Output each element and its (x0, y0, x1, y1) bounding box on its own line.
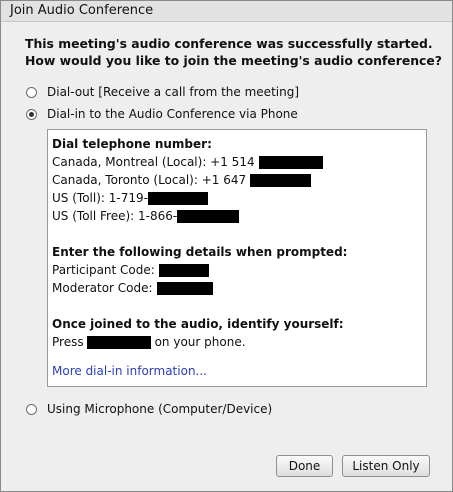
redacted-participant-code (158, 263, 209, 277)
moderator-code-row: Moderator Code: (52, 279, 347, 297)
press-suffix: on your phone. (154, 335, 246, 349)
number-label-montreal: Canada, Montreal (Local): +1 514 (52, 155, 255, 169)
participant-code-row: Participant Code: (52, 261, 347, 279)
dialog-heading: This meeting's audio conference was succ… (25, 35, 442, 69)
microphone-label[interactable]: Using Microphone (Computer/Device) (47, 402, 272, 416)
option-dial-in[interactable]: Dial-in to the Audio Conference via Phon… (26, 105, 298, 123)
identify-heading: Once joined to the audio, identify yours… (52, 317, 344, 331)
number-label-us-toll-free: US (Toll Free): 1-866- (52, 209, 178, 223)
press-label: Press (52, 335, 84, 349)
press-row: Press on your phone. (52, 333, 347, 351)
number-row-us-toll: US (Toll): 1-719- (52, 189, 347, 207)
title-bar[interactable]: Join Audio Conference (1, 1, 452, 22)
dial-in-radio[interactable] (26, 108, 37, 120)
redacted-number (250, 173, 312, 187)
moderator-code-label: Moderator Code: (52, 281, 153, 295)
dial-out-label[interactable]: Dial-out [Receive a call from the meetin… (47, 85, 299, 99)
redacted-moderator-code (156, 281, 213, 295)
number-row-us-toll-free: US (Toll Free): 1-866- (52, 207, 347, 225)
redacted-number (147, 191, 208, 205)
number-label-us-toll: US (Toll): 1-719- (52, 191, 148, 205)
redacted-number (177, 209, 240, 223)
option-dial-out[interactable]: Dial-out [Receive a call from the meetin… (26, 83, 299, 101)
number-row-toronto: Canada, Toronto (Local): +1 647 (52, 171, 347, 189)
done-button[interactable]: Done (276, 455, 333, 477)
dial-heading: Dial telephone number: (52, 137, 212, 151)
redacted-key-sequence (86, 335, 151, 349)
number-row-montreal: Canada, Montreal (Local): +1 514 (52, 153, 347, 171)
participant-code-label: Participant Code: (52, 263, 155, 277)
window-title: Join Audio Conference (10, 3, 154, 18)
number-label-toronto: Canada, Toronto (Local): +1 647 (52, 173, 247, 187)
dial-out-radio[interactable] (26, 86, 37, 98)
option-microphone[interactable]: Using Microphone (Computer/Device) (26, 400, 272, 418)
heading-line-2: How would you like to join the meeting's… (25, 53, 442, 68)
join-audio-dialog: Join Audio Conference This meeting's aud… (0, 0, 453, 492)
heading-line-1: This meeting's audio conference was succ… (25, 36, 433, 51)
listen-only-button[interactable]: Listen Only (342, 455, 430, 477)
microphone-radio[interactable] (26, 403, 37, 415)
redacted-number (258, 155, 323, 169)
details-heading: Enter the following details when prompte… (52, 245, 348, 259)
dial-in-label[interactable]: Dial-in to the Audio Conference via Phon… (47, 107, 298, 121)
dial-in-info: Dial telephone number: Canada, Montreal … (52, 135, 347, 351)
more-dial-in-info-link[interactable]: More dial-in information... (52, 364, 207, 378)
dial-in-info-panel: Dial telephone number: Canada, Montreal … (47, 129, 427, 387)
